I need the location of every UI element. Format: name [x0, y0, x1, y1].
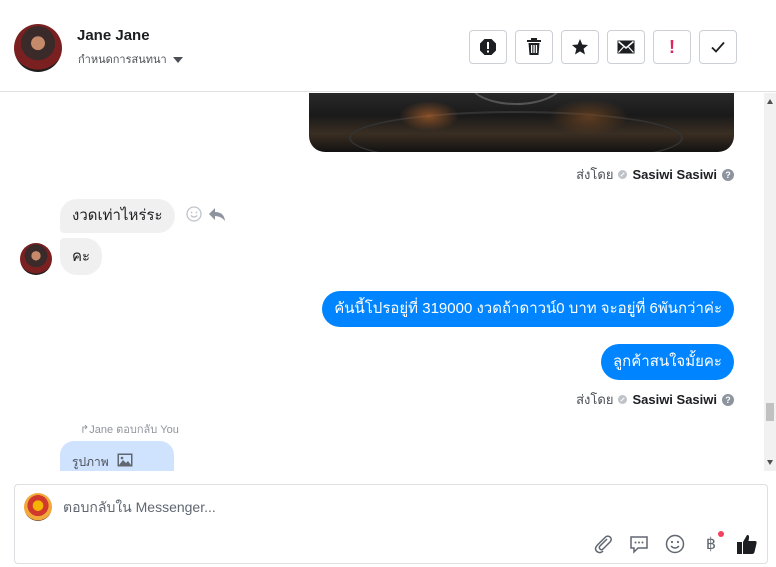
scroll-down-icon[interactable] — [767, 460, 773, 465]
sender-name[interactable]: Sasiwi Sasiwi — [632, 392, 717, 407]
saved-reply-icon — [630, 536, 648, 554]
contact-avatar[interactable] — [14, 24, 62, 72]
reply-card-label: รูปภาพ — [72, 455, 109, 469]
scroll-up-icon[interactable] — [767, 99, 773, 104]
contact-name[interactable]: Jane Jane — [77, 27, 150, 44]
outgoing-message[interactable]: คันนี้โปรอยู่ที่ 319000 งวดถ้าดาวน์0 บาท… — [322, 291, 734, 327]
sent-by-label: ส่งโดย — [576, 392, 614, 407]
conversation-settings-label: กำหนดการสนทนา — [78, 54, 167, 66]
follow-up-icon: ! — [669, 37, 675, 57]
help-icon[interactable]: ? — [722, 168, 734, 181]
reply-indicator-icon: ↱ — [80, 424, 90, 436]
attachment-button[interactable] — [592, 533, 614, 555]
mark-unread-button[interactable] — [607, 30, 645, 64]
caret-down-icon — [172, 56, 183, 63]
scrollbar-thumb[interactable] — [766, 403, 774, 421]
sender-status-icon — [618, 170, 628, 179]
message-actions — [186, 206, 226, 222]
message-thread[interactable]: ส่งโดย Sasiwi Sasiwi ? งวดเท่าไหร่ระ คะ … — [0, 93, 764, 471]
emoji-button[interactable] — [664, 533, 686, 555]
payment-button[interactable]: ฿ — [700, 531, 724, 555]
help-icon[interactable]: ? — [722, 393, 734, 406]
sender-status-icon — [618, 395, 628, 404]
like-button[interactable] — [736, 533, 758, 555]
delete-button[interactable] — [515, 30, 553, 64]
reply-input[interactable] — [63, 499, 563, 515]
reply-indicator-text: Jane ตอบกลับ You — [89, 424, 179, 436]
image-icon — [117, 453, 133, 467]
reply-arrow-icon[interactable] — [208, 206, 226, 222]
contact-avatar-small[interactable] — [20, 243, 52, 275]
sent-by-indicator: ส่งโดย Sasiwi Sasiwi ? — [576, 164, 734, 185]
thumbs-up-icon — [737, 534, 757, 554]
sender-name[interactable]: Sasiwi Sasiwi — [632, 167, 717, 182]
mark-spam-button[interactable] — [469, 30, 507, 64]
mail-icon — [617, 40, 635, 54]
payment-icon: ฿ — [705, 536, 717, 553]
header-actions: ! — [469, 30, 737, 64]
follow-up-button[interactable]: ! — [653, 30, 691, 64]
page-avatar — [24, 493, 52, 521]
replied-photo-card[interactable]: รูปภาพ — [60, 441, 174, 471]
saved-replies-button[interactable] — [628, 533, 650, 555]
reply-indicator: ↱Jane ตอบกลับ You — [80, 420, 179, 438]
conversation-header: Jane Jane กำหนดการสนทนา ! — [0, 0, 776, 92]
notification-dot — [718, 531, 724, 537]
star-button[interactable] — [561, 30, 599, 64]
paperclip-icon — [594, 535, 612, 554]
sent-by-label: ส่งโดย — [576, 167, 614, 182]
outgoing-message[interactable]: ลูกค้าสนใจมั้ยคะ — [600, 344, 734, 380]
emoji-reaction-icon[interactable] — [186, 206, 202, 222]
checkmark-icon — [711, 41, 725, 53]
incoming-message[interactable]: งวดเท่าไหร่ระ — [60, 199, 175, 233]
spam-icon — [480, 39, 496, 55]
incoming-message[interactable]: คะ — [60, 238, 103, 275]
shared-photo[interactable] — [309, 93, 734, 152]
trash-icon — [527, 38, 541, 55]
mark-done-button[interactable] — [699, 30, 737, 64]
composer-tools: ฿ — [592, 531, 758, 555]
sent-by-indicator: ส่งโดย Sasiwi Sasiwi ? — [576, 389, 734, 410]
star-icon — [572, 39, 588, 55]
message-composer: ฿ — [14, 484, 768, 564]
emoji-icon — [665, 534, 685, 554]
conversation-settings-dropdown[interactable]: กำหนดการสนทนา — [78, 50, 183, 68]
thread-scrollbar[interactable] — [764, 93, 776, 471]
